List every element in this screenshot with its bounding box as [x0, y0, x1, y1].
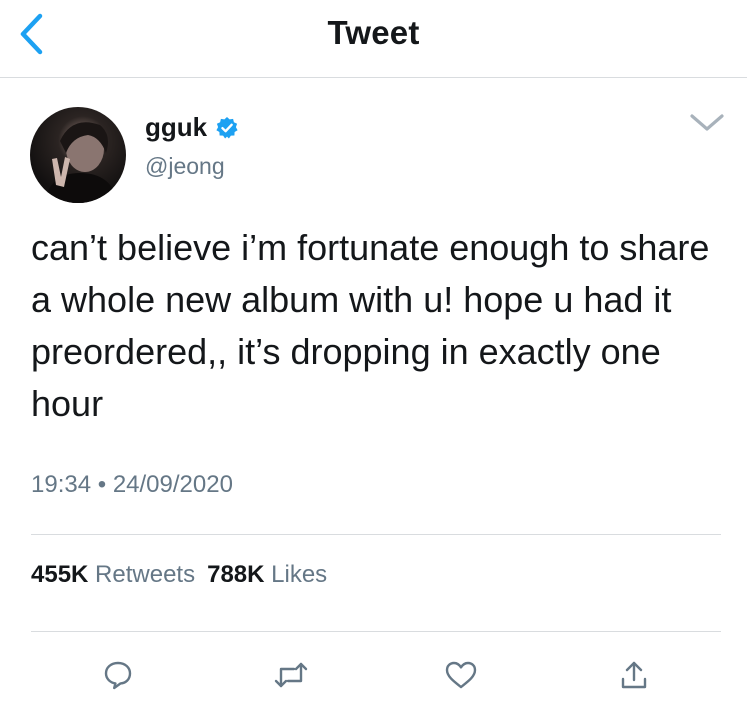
- share-button[interactable]: [614, 655, 654, 695]
- retweet-icon: [274, 662, 308, 688]
- likes-count: 788K: [207, 561, 265, 588]
- retweet-button[interactable]: [271, 655, 311, 695]
- tweet-date: 24/09/2020: [112, 471, 233, 498]
- share-icon: [621, 661, 647, 689]
- author-name-row[interactable]: gguk: [145, 112, 239, 143]
- user-handle[interactable]: @jeong: [145, 153, 225, 180]
- likes-stat[interactable]: 788K Likes: [207, 561, 327, 588]
- heart-icon: [445, 661, 477, 689]
- avatar[interactable]: [30, 107, 126, 203]
- reply-icon: [104, 661, 132, 690]
- tweet-timestamp: 19:34 • 24/09/2020: [31, 471, 233, 499]
- divider: [31, 631, 721, 632]
- avatar-photo: [44, 122, 118, 203]
- timestamp-separator: •: [97, 471, 107, 498]
- page-title: Tweet: [327, 14, 420, 51]
- retweets-count: 455K: [31, 561, 89, 588]
- tweet-time: 19:34: [31, 471, 92, 498]
- display-name[interactable]: gguk: [145, 112, 207, 143]
- reply-button[interactable]: [98, 655, 138, 695]
- retweets-stat[interactable]: 455K Retweets: [31, 561, 195, 588]
- top-navigation-bar: Tweet: [0, 0, 747, 78]
- retweets-label: Retweets: [95, 561, 196, 588]
- verified-badge-icon: [216, 116, 238, 138]
- like-button[interactable]: [441, 655, 481, 695]
- chevron-down-icon[interactable]: [688, 110, 726, 134]
- divider: [31, 534, 721, 535]
- tweet-text: can’t believe i’m fortunate enough to sh…: [31, 227, 710, 424]
- engagement-stats: 455K Retweets 788K Likes: [31, 561, 327, 589]
- likes-label: Likes: [271, 561, 328, 588]
